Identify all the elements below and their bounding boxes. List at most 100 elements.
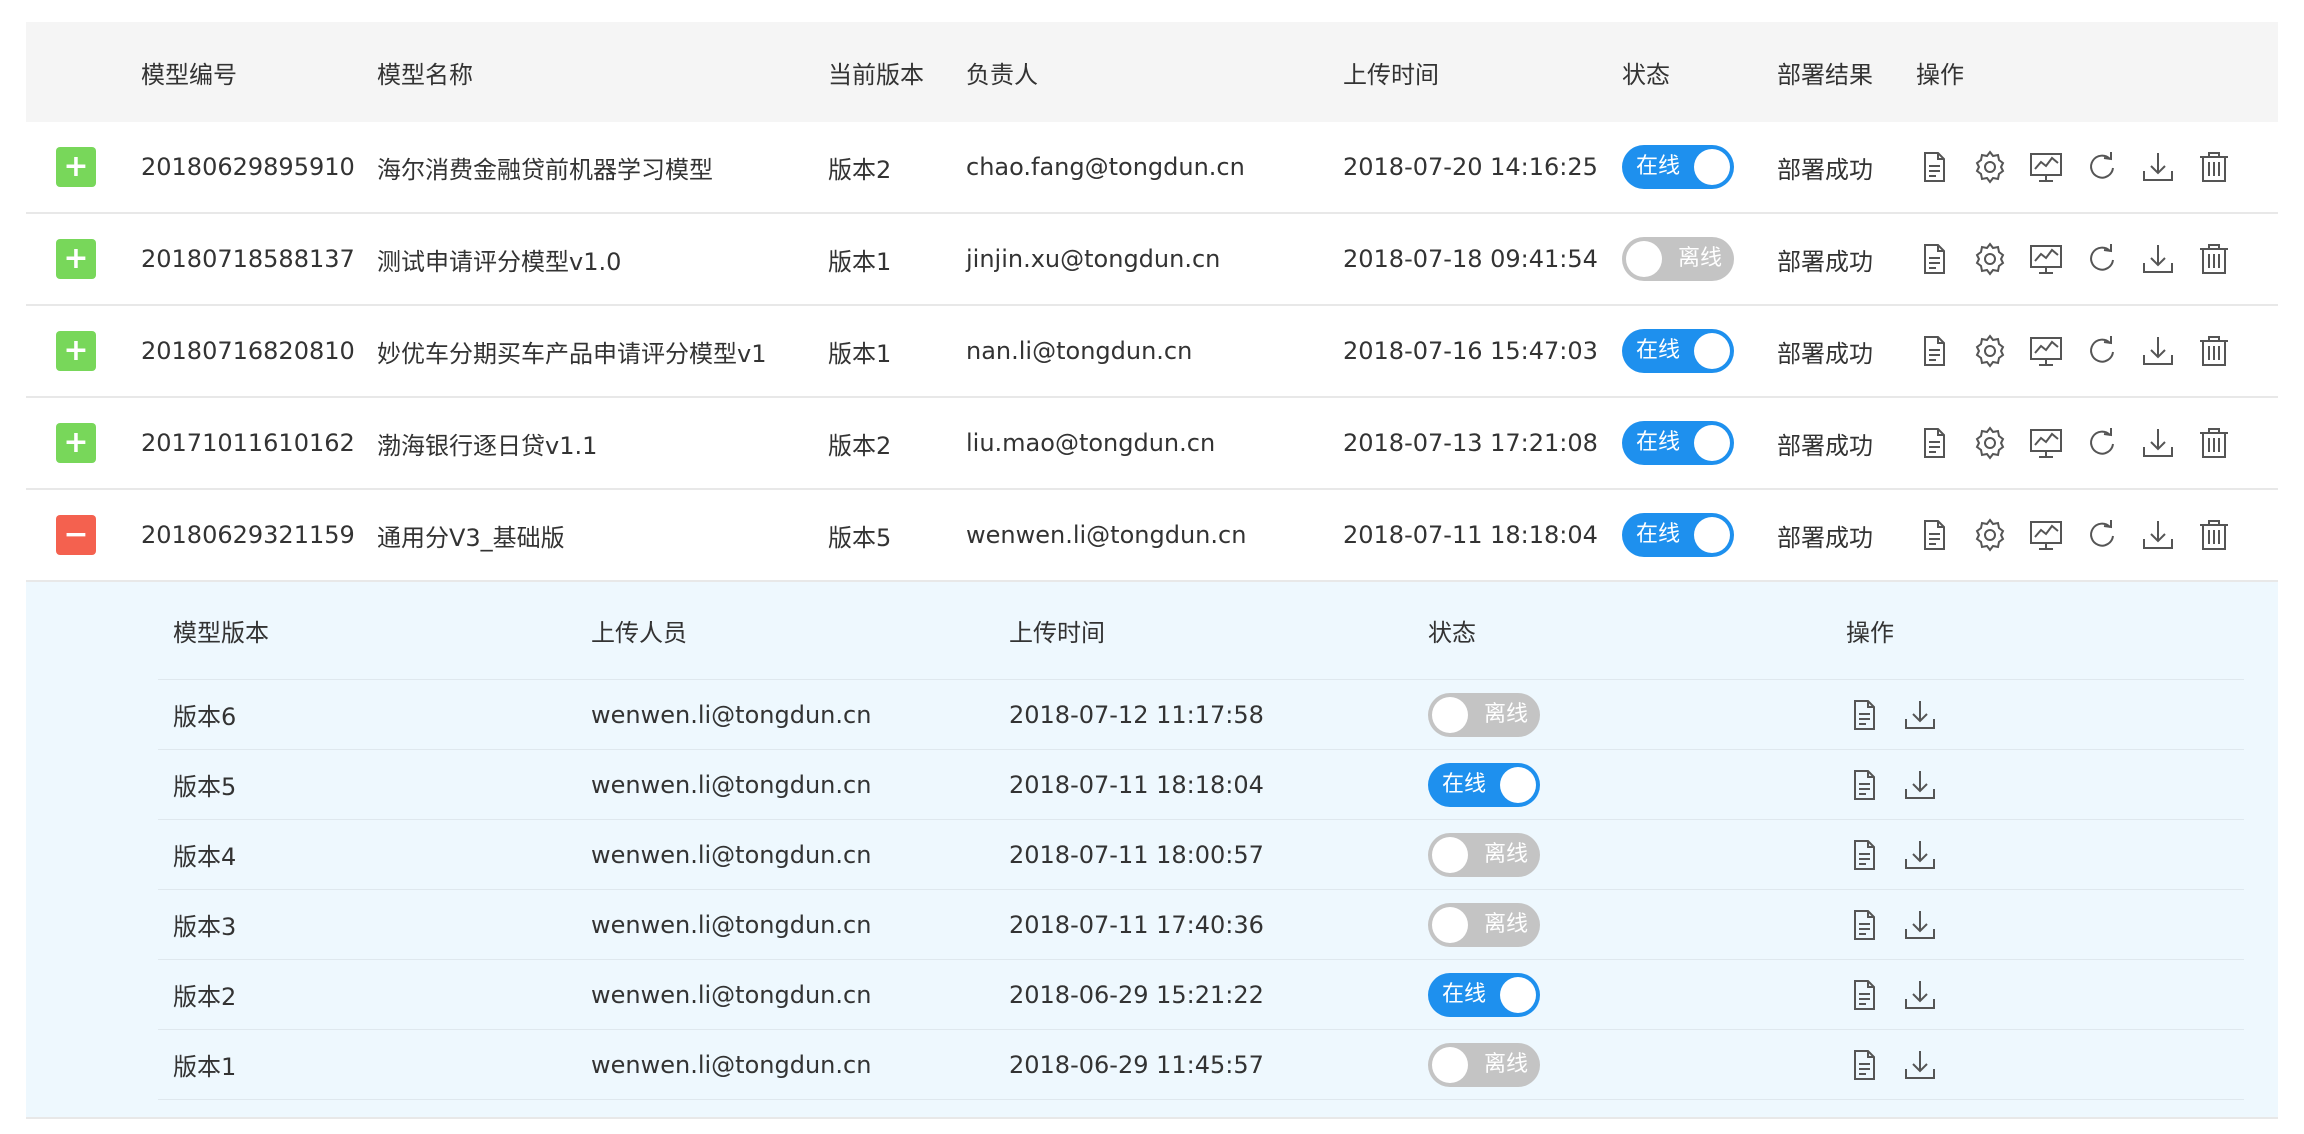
version-row: 版本3 wenwen.li@tongdun.cn 2018-07-11 17:40:… [158, 890, 2244, 960]
document-icon[interactable] [1916, 517, 1952, 553]
monitor-chart-icon[interactable] [2028, 425, 2064, 461]
download-icon[interactable] [1902, 837, 1938, 873]
document-icon[interactable] [1846, 837, 1882, 873]
model-version: 版本5 [828, 523, 892, 552]
status-toggle[interactable]: 在线 [1622, 513, 1734, 557]
document-icon[interactable] [1846, 767, 1882, 803]
download-icon[interactable] [2140, 241, 2176, 277]
model-version: 版本2 [828, 155, 892, 184]
settings-icon[interactable] [1972, 517, 2008, 553]
action-icons [1916, 241, 2252, 277]
status-toggle[interactable]: 在线 [1428, 972, 1540, 1017]
download-icon[interactable] [2140, 425, 2176, 461]
settings-icon[interactable] [1972, 241, 2008, 277]
upload-time: 2018-07-13 17:21:08 [1343, 429, 1598, 457]
version-table: 模型版本 上传人员 上传时间 状态 操作 版本6 wenwen.li@tongdun.cn 2… [158, 582, 2244, 1100]
upload-time: 2018-07-16 15:47:03 [1343, 337, 1598, 365]
refresh-icon[interactable] [2084, 517, 2120, 553]
row-actions [1916, 398, 2252, 488]
document-icon[interactable] [1846, 697, 1882, 733]
status-toggle[interactable]: 在线 [1428, 762, 1540, 807]
trash-icon[interactable] [2196, 517, 2232, 553]
document-icon[interactable] [1916, 425, 1952, 461]
document-icon[interactable] [1846, 907, 1882, 943]
download-icon[interactable] [1902, 697, 1938, 733]
document-icon[interactable] [1916, 149, 1952, 185]
monitor-chart-icon[interactable] [2028, 241, 2064, 277]
refresh-icon[interactable] [2084, 149, 2120, 185]
col-header-status: 状态 [1622, 60, 1670, 89]
table-row: +20180629895910 海尔消费金融贷前机器学习模型 版本2 chao.fan… [26, 122, 2278, 214]
download-icon[interactable] [1902, 1047, 1938, 1083]
action-icons [1846, 907, 1958, 943]
monitor-chart-icon[interactable] [2028, 333, 2064, 369]
col-header-id: 模型编号 [141, 60, 237, 89]
version-status-cell: 在线 [1428, 750, 1540, 819]
refresh-icon[interactable] [2084, 425, 2120, 461]
row-actions [1916, 490, 2252, 580]
trash-icon[interactable] [2196, 149, 2232, 185]
document-icon[interactable] [1846, 977, 1882, 1013]
download-icon[interactable] [2140, 517, 2176, 553]
sub-col-header-upload-time: 上传时间 [1009, 619, 1105, 647]
version-status-cell: 离线 [1428, 680, 1540, 749]
version-name: 版本1 [173, 1053, 237, 1081]
version-uploader: wenwen.li@tongdun.cn [591, 840, 872, 869]
plus-icon[interactable]: + [56, 423, 96, 463]
col-header-upload-time: 上传时间 [1343, 60, 1439, 89]
status-toggle[interactable]: 在线 [1622, 421, 1734, 465]
document-icon[interactable] [1846, 1047, 1882, 1083]
model-id: 20180718588137 [141, 245, 355, 273]
action-icons [1846, 767, 1958, 803]
row-actions [1916, 306, 2252, 396]
version-table-header: 模型版本 上传人员 上传时间 状态 操作 [158, 582, 2244, 680]
model-name: 海尔消费金融贷前机器学习模型 [377, 155, 713, 184]
version-name: 版本6 [173, 703, 237, 731]
document-icon[interactable] [1916, 333, 1952, 369]
refresh-icon[interactable] [2084, 241, 2120, 277]
download-icon[interactable] [1902, 977, 1938, 1013]
status-toggle-label: 离线 [1483, 911, 1528, 937]
version-uploader: wenwen.li@tongdun.cn [591, 910, 872, 939]
col-header-name: 模型名称 [377, 60, 473, 89]
plus-icon[interactable]: + [56, 239, 96, 279]
status-toggle[interactable]: 在线 [1622, 329, 1734, 373]
plus-icon[interactable]: + [56, 331, 96, 371]
status-toggle[interactable]: 离线 [1428, 832, 1540, 877]
model-owner: wenwen.li@tongdun.cn [966, 521, 1247, 549]
status-toggle-label: 在线 [1636, 522, 1681, 547]
monitor-chart-icon[interactable] [2028, 149, 2064, 185]
trash-icon[interactable] [2196, 333, 2232, 369]
settings-icon[interactable] [1972, 425, 2008, 461]
settings-icon[interactable] [1972, 149, 2008, 185]
table-row: +20180716820810 妙优车分期买车产品申请评分模型v1 版本1 nan.l… [26, 306, 2278, 398]
download-icon[interactable] [1902, 907, 1938, 943]
status-toggle[interactable]: 离线 [1428, 1042, 1540, 1087]
toggle-knob [1694, 149, 1730, 185]
refresh-icon[interactable] [2084, 333, 2120, 369]
status-toggle-label: 在线 [1636, 430, 1681, 455]
col-header-version: 当前版本 [828, 60, 924, 89]
model-version: 版本1 [828, 339, 892, 368]
status-cell: 在线 [1622, 490, 1734, 580]
expand-cell: + [56, 122, 96, 212]
plus-icon[interactable]: + [56, 147, 96, 187]
trash-icon[interactable] [2196, 425, 2232, 461]
version-uploader: wenwen.li@tongdun.cn [591, 980, 872, 1009]
trash-icon[interactable] [2196, 241, 2232, 277]
table-row: +20171011610162 渤海银行逐日贷v1.1 版本2 liu.mao@ton… [26, 398, 2278, 490]
toggle-knob [1626, 241, 1662, 277]
download-icon[interactable] [1902, 767, 1938, 803]
download-icon[interactable] [2140, 149, 2176, 185]
document-icon[interactable] [1916, 241, 1952, 277]
status-toggle[interactable]: 离线 [1428, 902, 1540, 947]
minus-icon[interactable]: − [56, 515, 96, 555]
monitor-chart-icon[interactable] [2028, 517, 2064, 553]
expand-cell: − [56, 490, 96, 580]
status-toggle[interactable]: 在线 [1622, 145, 1734, 189]
settings-icon[interactable] [1972, 333, 2008, 369]
deploy-result: 部署成功 [1777, 523, 1873, 552]
download-icon[interactable] [2140, 333, 2176, 369]
status-toggle[interactable]: 离线 [1622, 237, 1734, 281]
status-toggle[interactable]: 离线 [1428, 692, 1540, 737]
